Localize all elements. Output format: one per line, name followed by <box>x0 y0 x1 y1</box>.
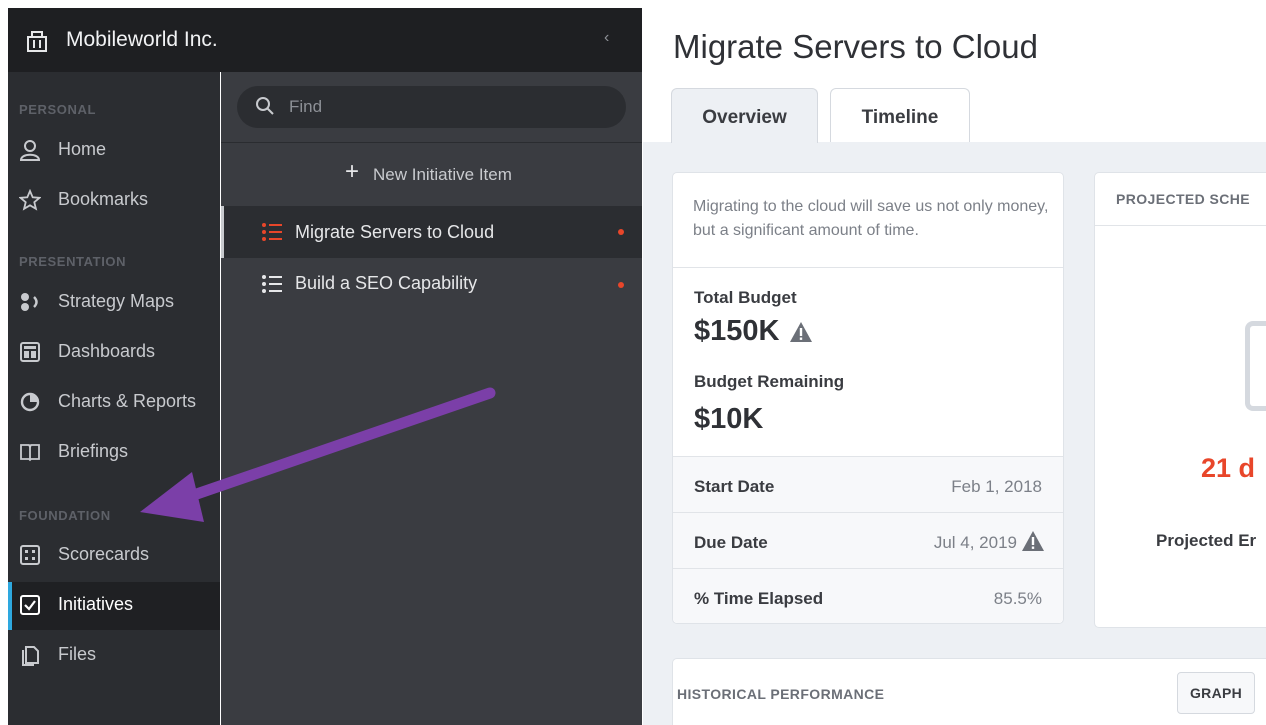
tab-overview[interactable]: Overview <box>671 88 818 143</box>
time-elapsed-value: 85.5% <box>993 589 1042 608</box>
page-title: Migrate Servers to Cloud <box>673 28 1038 65</box>
org-header: Mobileworld Inc. ‹ <box>8 8 642 72</box>
list-item-label: Build a SEO Capability <box>295 273 478 293</box>
budget-remaining-label: Budget Remaining <box>694 372 845 391</box>
budget-remaining-value: $10K <box>694 403 764 435</box>
search-input[interactable] <box>289 86 609 128</box>
book-icon <box>20 444 40 462</box>
sidebar-item-label: Scorecards <box>58 544 150 564</box>
sidebar-item-initiatives[interactable]: Initiatives <box>8 582 220 630</box>
files-icon <box>22 646 39 666</box>
section-foundation: FOUNDATION <box>19 508 111 523</box>
sidebar-item-scorecards[interactable]: Scorecards <box>8 532 220 580</box>
sidebar-item-files[interactable]: Files <box>8 632 220 680</box>
calendar-icon <box>1245 321 1266 411</box>
list-item[interactable]: Build a SEO Capability <box>221 258 642 306</box>
tab-label: Timeline <box>861 107 939 128</box>
sidebar-item-label: Briefings <box>58 441 129 461</box>
time-elapsed-label: % Time Elapsed <box>694 589 824 608</box>
graph-button[interactable]: GRAPH <box>1177 672 1255 714</box>
chevron-left-icon[interactable]: ‹ <box>604 29 609 47</box>
due-date-row: Due Date Jul 4, 2019 <box>673 512 1063 568</box>
total-budget-value: $150K <box>694 315 813 348</box>
building-icon <box>27 31 47 52</box>
projected-schedule-clip: PROJECTED SCHE 21 d Projected Er <box>1094 172 1266 628</box>
projected-days: 21 d <box>1201 453 1256 483</box>
plus-icon: + <box>345 158 360 185</box>
sidebar-item-bookmarks[interactable]: Bookmarks <box>8 177 220 225</box>
due-date-value: Jul 4, 2019 <box>933 533 1017 552</box>
divider <box>673 267 1063 268</box>
sidebar-item-label: Bookmarks <box>58 189 149 209</box>
warning-icon <box>790 322 813 343</box>
total-budget-amount: $150K <box>694 315 780 347</box>
time-elapsed-row: % Time Elapsed 85.5% <box>673 568 1063 623</box>
tab-label: Overview <box>702 107 787 128</box>
sidebar-item-strategy-maps[interactable]: Strategy Maps <box>8 279 220 327</box>
status-dot <box>618 282 624 288</box>
divider <box>1095 225 1266 226</box>
summary-card: Migrating to the cloud will save us not … <box>672 172 1064 624</box>
checkbox-icon <box>20 595 40 615</box>
sidebar-item-dashboards[interactable]: Dashboards <box>8 329 220 377</box>
projected-schedule-card: PROJECTED SCHE 21 d Projected Er <box>1094 172 1266 628</box>
graph-button-label: GRAPH <box>1189 685 1243 701</box>
projected-schedule-title: PROJECTED SCHE <box>1116 191 1250 207</box>
new-initiative-item-button[interactable]: + New Initiative Item <box>221 142 642 206</box>
list-item[interactable]: Migrate Servers to Cloud <box>221 206 642 258</box>
due-date-label: Due Date <box>694 533 768 552</box>
initiative-description: Migrating to the cloud will save us not … <box>693 198 1049 239</box>
list-item-label: Migrate Servers to Cloud <box>295 222 495 242</box>
org-name[interactable]: Mobileworld Inc. <box>66 28 218 52</box>
sidebar-item-label: Dashboards <box>58 341 156 361</box>
initiative-list-icon <box>262 275 282 293</box>
initiative-list-panel: + New Initiative Item Migrate Servers to… <box>221 72 642 725</box>
tab-timeline[interactable]: Timeline <box>830 88 970 142</box>
new-initiative-item-label: New Initiative Item <box>373 165 512 184</box>
initiative-list-icon <box>262 223 282 241</box>
search-bar[interactable] <box>237 86 626 128</box>
status-dot <box>618 229 624 235</box>
sidebar-item-charts-reports[interactable]: Charts & Reports <box>8 379 220 427</box>
search-icon <box>256 97 274 115</box>
dashboard-icon <box>20 342 40 362</box>
warning-icon <box>1022 531 1044 551</box>
start-date-value: Feb 1, 2018 <box>951 477 1042 496</box>
start-date-label: Start Date <box>694 477 775 496</box>
sidebar: PERSONAL Home Bookmarks PRESENTATION Str… <box>8 72 220 725</box>
sidebar-item-briefings[interactable]: Briefings <box>8 429 220 477</box>
sidebar-item-label: Files <box>58 644 97 664</box>
total-budget-label: Total Budget <box>694 288 797 307</box>
star-icon <box>19 189 41 211</box>
section-presentation: PRESENTATION <box>19 254 127 269</box>
sidebar-item-label: Strategy Maps <box>58 291 175 311</box>
user-icon <box>19 140 41 161</box>
historical-performance-title: HISTORICAL PERFORMANCE <box>677 686 885 702</box>
strategy-map-icon <box>21 293 38 311</box>
sidebar-item-label: Initiatives <box>58 594 134 614</box>
sidebar-item-home[interactable]: Home <box>8 127 220 175</box>
pie-chart-icon <box>20 392 40 412</box>
main-content: Migrate Servers to Cloud Overview Timeli… <box>643 0 1266 725</box>
scorecard-icon <box>20 545 40 565</box>
start-date-row: Start Date Feb 1, 2018 <box>673 456 1063 512</box>
sidebar-item-label: Home <box>58 139 107 159</box>
projected-end-label: Projected Er <box>1156 531 1257 550</box>
sidebar-item-label: Charts & Reports <box>58 391 197 411</box>
section-personal: PERSONAL <box>19 102 97 117</box>
